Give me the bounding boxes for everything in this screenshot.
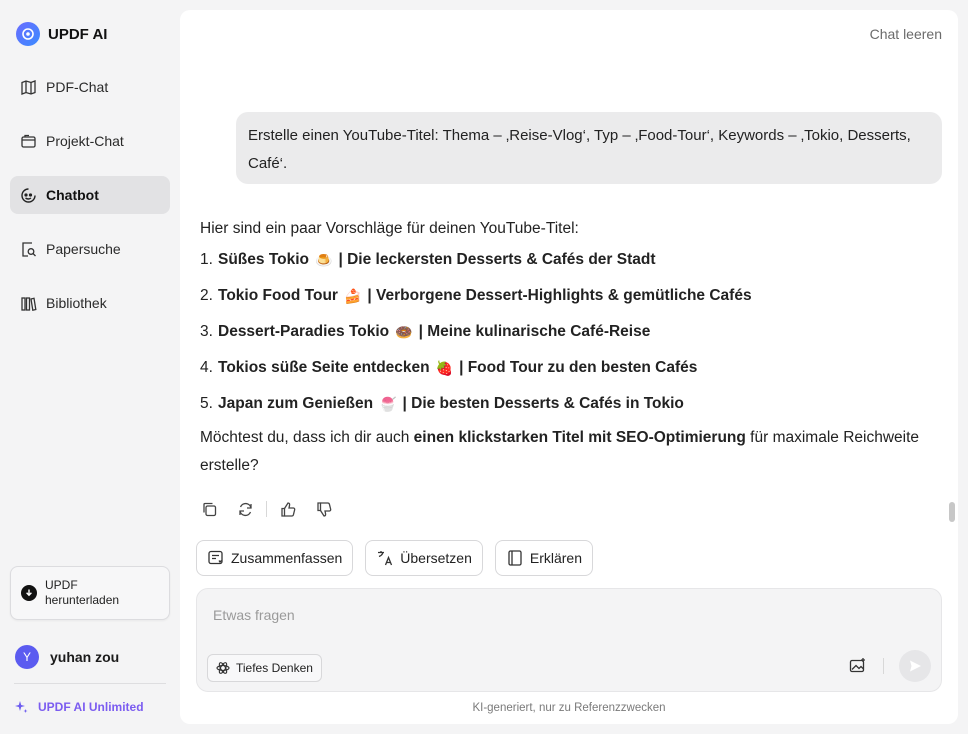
pdf-chat-icon xyxy=(21,79,36,95)
explain-button[interactable]: Erklären xyxy=(494,540,594,576)
sidebar-item-label: Bibliothek xyxy=(46,295,107,311)
cake-emoji: 🍰 xyxy=(343,287,362,304)
image-upload-icon[interactable] xyxy=(848,656,868,676)
atom-icon xyxy=(216,662,230,674)
shaved-ice-emoji: 🍧 xyxy=(379,395,397,412)
ai-disclaimer: KI-generiert, nur zu Referenzzwecken xyxy=(472,702,666,714)
sidebar-item-label: Chatbot xyxy=(46,187,99,203)
message-composer: Tiefes Denken xyxy=(196,588,942,692)
actions-divider xyxy=(266,501,267,517)
sidebar-item-projekt-chat[interactable]: Projekt-Chat xyxy=(10,122,170,160)
composer-divider xyxy=(883,658,884,674)
sidebar-item-papersuche[interactable]: Papersuche xyxy=(10,230,170,268)
explain-icon xyxy=(508,550,522,566)
sidebar-item-pdf-chat[interactable]: PDF-Chat xyxy=(10,68,170,106)
updf-logo-icon xyxy=(16,22,40,46)
sidebar-item-label: PDF-Chat xyxy=(46,79,109,95)
avatar: Y xyxy=(15,645,39,669)
list-item: 3. Dessert-Paradies Tokio 🍩 | Meine kuli… xyxy=(200,323,651,340)
pudding-emoji: 🍮 xyxy=(315,251,333,268)
thumbs-up-icon[interactable] xyxy=(279,500,297,518)
download-icon xyxy=(21,585,37,601)
list-item: 1. Süßes Tokio 🍮 | Die leckersten Desser… xyxy=(200,251,656,268)
donut-emoji: 🍩 xyxy=(395,323,413,340)
sparkle-icon xyxy=(15,701,28,713)
translate-button[interactable]: Übersetzen xyxy=(365,540,483,576)
deep-thinking-toggle[interactable]: Tiefes Denken xyxy=(207,654,322,682)
sidebar-item-label: Projekt-Chat xyxy=(46,133,124,149)
scrollbar-thumb[interactable] xyxy=(949,502,955,522)
user-profile[interactable]: Y yuhan zou xyxy=(15,645,119,669)
send-button[interactable] xyxy=(899,650,931,682)
sidebar-item-chatbot[interactable]: Chatbot xyxy=(10,176,170,214)
app-window: UPDF AI PDF-Chat Projekt-Chat Chatbot Pa… xyxy=(0,0,968,734)
user-message: Erstelle einen YouTube-Titel: Thema – ‚R… xyxy=(236,112,942,184)
copy-icon[interactable] xyxy=(200,500,218,518)
download-updf-button[interactable]: UPDF herunterladen xyxy=(10,566,170,620)
brand-name: UPDF AI xyxy=(48,25,108,43)
sidebar-item-bibliothek[interactable]: Bibliothek xyxy=(10,284,170,322)
sidebar-divider xyxy=(14,683,166,684)
library-icon xyxy=(21,296,37,311)
thumbs-down-icon[interactable] xyxy=(315,500,333,518)
summarize-icon xyxy=(208,550,223,565)
sidebar: UPDF AI PDF-Chat Projekt-Chat Chatbot Pa… xyxy=(0,0,180,734)
answer-outro: Möchtest du, dass ich dir auch einen kli… xyxy=(200,429,920,474)
chat-input[interactable] xyxy=(213,605,813,625)
chatbot-icon xyxy=(21,187,36,203)
paper-search-icon xyxy=(22,241,36,257)
send-icon xyxy=(910,660,921,672)
assistant-message: Hier sind ein paar Vorschläge für deinen… xyxy=(200,216,920,480)
brand[interactable]: UPDF AI xyxy=(16,22,107,46)
upgrade-unlimited-link[interactable]: UPDF AI Unlimited xyxy=(14,700,144,714)
translate-icon xyxy=(378,551,393,566)
user-name: yuhan zou xyxy=(50,649,120,665)
quick-actions: Zusammenfassen Übersetzen Erklären xyxy=(196,540,594,576)
clear-chat-button[interactable]: Chat leeren xyxy=(870,26,942,42)
strawberry-emoji: 🍓 xyxy=(435,359,454,376)
regenerate-icon[interactable] xyxy=(236,500,254,518)
list-item: 5. Japan zum Genießen 🍧 | Die besten Des… xyxy=(200,395,684,412)
sidebar-item-label: Papersuche xyxy=(46,241,121,257)
download-label: UPDF herunterladen xyxy=(45,578,120,607)
list-item: 4. Tokios süße Seite entdecken 🍓 | Food … xyxy=(200,359,698,376)
project-chat-icon xyxy=(21,134,36,148)
sidebar-nav: PDF-Chat Projekt-Chat Chatbot Papersuche… xyxy=(10,68,170,338)
chat-panel: Chat leeren Erstelle einen YouTube-Titel… xyxy=(180,10,958,724)
message-actions xyxy=(200,500,333,518)
list-item: 2. Tokio Food Tour 🍰 | Verborgene Desser… xyxy=(200,287,752,304)
answer-intro: Hier sind ein paar Vorschläge für deinen… xyxy=(200,220,579,237)
summarize-button[interactable]: Zusammenfassen xyxy=(196,540,354,576)
suggestion-list: 1. Süßes Tokio 🍮 | Die leckersten Desser… xyxy=(200,242,920,422)
